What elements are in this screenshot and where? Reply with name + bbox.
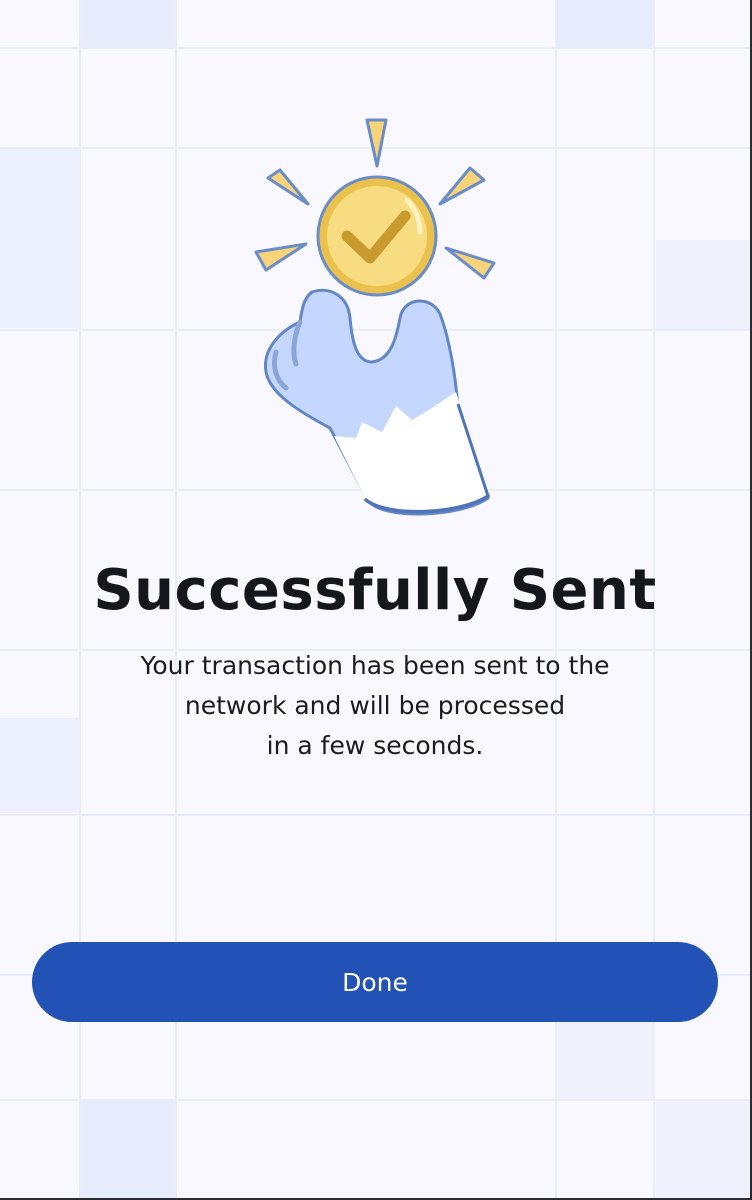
success-message: Your transaction has been sent to the ne… [95,646,655,766]
hand-holding-check-coin-icon [254,118,496,516]
message-line: Your transaction has been sent to the [140,651,610,680]
message-line: network and will be processed [184,691,566,720]
done-button[interactable]: Done [32,942,718,1022]
message-line: in a few seconds. [266,731,484,760]
success-title: Successfully Sent [93,558,657,623]
transaction-success-screen: Successfully Sent Your transaction has b… [0,0,752,1200]
